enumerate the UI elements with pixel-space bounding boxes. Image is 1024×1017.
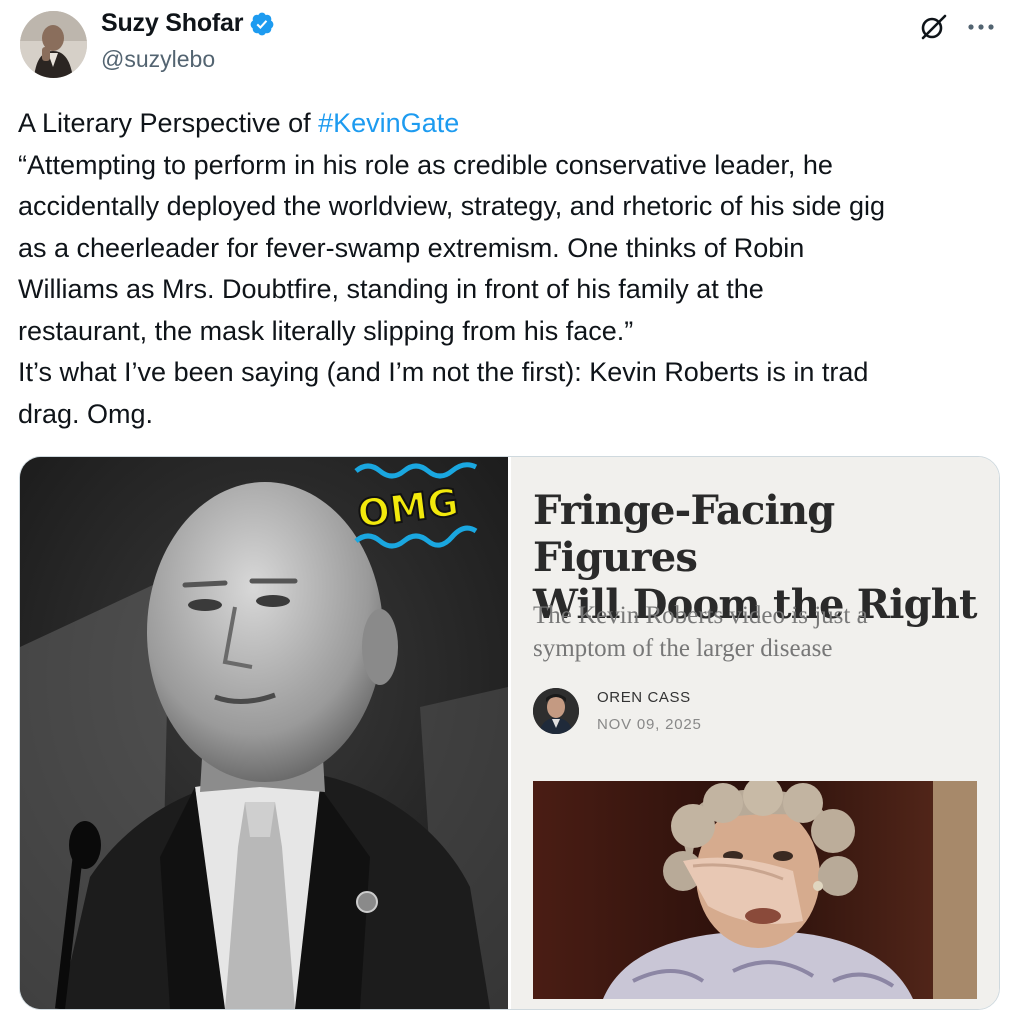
more-options-icon[interactable] [965, 14, 997, 40]
verified-badge-icon [250, 12, 274, 35]
mrs-doubtfire-still [533, 781, 977, 999]
media-image-right[interactable]: Fringe-Facing Figures Will Doom the Righ… [511, 457, 999, 1009]
article-author-avatar [533, 688, 579, 734]
article-author-photo [533, 688, 579, 734]
tweet-line-1-text: A Literary Perspective of [18, 108, 319, 138]
author-name-row[interactable]: Suzy Shofar [101, 9, 275, 38]
tweet-media[interactable]: OMG Fringe-Facing Figures Will Doom the … [19, 456, 1000, 1010]
author-avatar[interactable] [20, 11, 87, 78]
tweet-line: accidentally deployed the worldview, str… [18, 191, 885, 221]
grok-icon[interactable] [918, 12, 948, 42]
hashtag-link[interactable]: #KevinGate [318, 108, 459, 138]
tweet-text: A Literary Perspective of #KevinGate “At… [18, 103, 1008, 435]
avatar-photo [20, 11, 87, 78]
article-author: OREN CASS [597, 689, 691, 706]
article-photo [533, 781, 977, 999]
article-subtitle-line-2: symptom of the larger disease [533, 635, 833, 662]
tweet-line: drag. Omg. [18, 398, 154, 429]
tweet-line: “Attempting to perform in his role as cr… [18, 149, 833, 180]
tweet-line: restaurant, the mask literally slipping … [18, 315, 634, 346]
tweet-line-1: A Literary Perspective of #KevinGate [18, 103, 1008, 145]
tweet-line: Williams as Mrs. Doubtfire, standing in … [18, 274, 764, 304]
author-handle[interactable]: @suzylebo [101, 46, 215, 73]
article-subtitle: The Kevin Roberts video is just a sympto… [533, 599, 973, 665]
tweet-line: It’s what I’ve been saying (and I’m not … [18, 357, 869, 387]
omg-sticker: OMG [354, 462, 478, 549]
media-image-left[interactable]: OMG [20, 457, 508, 1009]
article-date: NOV 09, 2025 [597, 716, 702, 733]
tweet-line: as a cheerleader for fever-swamp extremi… [18, 232, 805, 263]
article-subtitle-line-1: The Kevin Roberts video is just a [533, 602, 868, 629]
author-name[interactable]: Suzy Shofar [101, 9, 243, 38]
omg-sticker-text: OMG [355, 480, 461, 536]
article-title-line-1: Fringe-Facing Figures [533, 487, 835, 581]
